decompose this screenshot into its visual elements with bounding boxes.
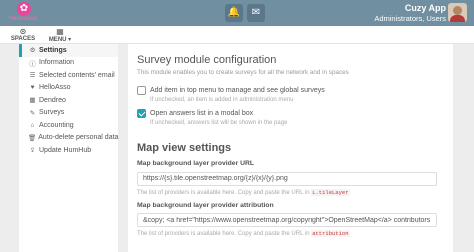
sidebar-item-settings[interactable]: ⚙ Settings — [19, 44, 118, 57]
sidebar-item-label: Surveys — [39, 109, 65, 117]
user-menu[interactable]: Cuzy App Administrators, Users — [374, 3, 446, 24]
bell-icon: 🔔 — [227, 7, 241, 18]
logo-flower-icon: ✿ — [17, 2, 31, 16]
module-sidebar: ⚙ Settings ⓘ Information ☰ Selected cont… — [19, 44, 118, 252]
spaces-label: SPACES — [10, 36, 36, 42]
sidebar-item-label: HelloAsso — [39, 84, 71, 92]
menu-nav-button[interactable]: ▦ MENU ▾ — [44, 27, 76, 43]
bank-icon: ⌂ — [30, 121, 35, 129]
top-navigation-bar: ✿ HelloAsso 🔔 ✉ Cuzy App Administrators,… — [0, 0, 474, 26]
attribution-label: Map background layer provider attributio… — [137, 201, 274, 209]
survey-icon: ✎ — [29, 109, 36, 117]
sidebar-item-update-humhub[interactable]: ⇪ Update HumHub — [19, 144, 118, 157]
page-description: This module enables you to create survey… — [137, 69, 349, 76]
sidebar-item-dendreo[interactable]: ▦ Dendreo — [19, 94, 118, 107]
avatar[interactable] — [448, 3, 467, 22]
top-menu-label[interactable]: Add item in top menu to manage and see g… — [150, 87, 325, 94]
spaces-nav-button[interactable]: ⊙ SPACES — [7, 27, 39, 42]
tile-url-hint-text: The list of providers is available here.… — [137, 189, 312, 196]
attribution-hint-code: attribution — [311, 230, 350, 237]
user-name: Cuzy App — [404, 3, 446, 13]
trash-icon: 🗑 — [28, 134, 37, 142]
calendar-icon: ▦ — [29, 97, 36, 105]
sidebar-item-label: Auto-delete personal data — [38, 134, 119, 142]
top-menu-hint: If unchecked, an item is added in admini… — [150, 97, 294, 103]
modal-box-label[interactable]: Open answers list in a modal box — [150, 110, 253, 117]
notifications-button[interactable]: 🔔 — [225, 4, 243, 22]
option-modal-box: Open answers list in a modal box — [137, 109, 444, 118]
top-menu-checkbox[interactable] — [137, 86, 146, 95]
spaces-icon: ⊙ — [19, 27, 27, 36]
sidebar-item-accounting[interactable]: ⌂ Accounting — [19, 119, 118, 132]
avatar-body — [450, 15, 465, 22]
sidebar-item-label: Update HumHub — [39, 146, 92, 154]
sidebar-item-label: Dendreo — [39, 96, 66, 104]
inbox-icon: ✉ — [251, 7, 261, 18]
modal-box-checkbox[interactable] — [137, 109, 146, 118]
page-title: Survey module configuration — [137, 54, 277, 66]
attribution-input[interactable] — [137, 213, 437, 227]
sub-navigation-bar: ⊙ SPACES ▦ MENU ▾ — [0, 26, 474, 44]
sidebar-item-helloasso[interactable]: ♥ HelloAsso — [19, 82, 118, 95]
logo[interactable]: ✿ HelloAsso — [6, 2, 52, 22]
sidebar-item-label: Information — [39, 59, 75, 67]
gear-icon: ⚙ — [29, 47, 36, 55]
tile-url-label: Map background layer provider URL — [137, 160, 255, 167]
upload-icon: ⇪ — [29, 147, 36, 155]
attribution-hint: The list of providers is available here.… — [137, 230, 444, 237]
tile-url-hint: The list of providers is available here.… — [137, 188, 444, 196]
messages-button[interactable]: ✉ — [247, 4, 265, 22]
sidebar-item-auto-delete[interactable]: 🗑 Auto-delete personal data — [19, 132, 118, 145]
option-top-menu: Add item in top menu to manage and see g… — [137, 86, 444, 95]
modal-box-hint: If unchecked, answers list will be shown… — [150, 120, 288, 126]
avatar-head — [453, 6, 462, 15]
sidebar-item-surveys[interactable]: ✎ Surveys — [19, 107, 118, 120]
menu-label: MENU ▾ — [48, 37, 72, 43]
heart-icon: ♥ — [30, 84, 35, 92]
user-role: Administrators, Users — [374, 14, 446, 23]
logo-text: HelloAsso — [9, 16, 38, 22]
info-icon: ⓘ — [29, 60, 36, 68]
tile-url-hint-code: L.tileLayer — [311, 188, 350, 196]
list-icon: ☰ — [29, 72, 36, 80]
attribution-hint-text: The list of providers is available here.… — [137, 231, 312, 237]
sidebar-item-label: Selected contents' email — [39, 71, 115, 79]
settings-panel: Survey module configuration This module … — [128, 44, 453, 252]
dashboard-icon: ▦ — [56, 27, 64, 36]
sidebar-item-selected-contents-email[interactable]: ☰ Selected contents' email — [19, 69, 118, 82]
map-section-title: Map view settings — [137, 142, 232, 154]
tile-url-input[interactable] — [137, 171, 437, 186]
sidebar-item-label: Accounting — [39, 121, 74, 129]
sidebar-item-information[interactable]: ⓘ Information — [19, 57, 118, 70]
sidebar-item-label: Settings — [39, 46, 67, 54]
